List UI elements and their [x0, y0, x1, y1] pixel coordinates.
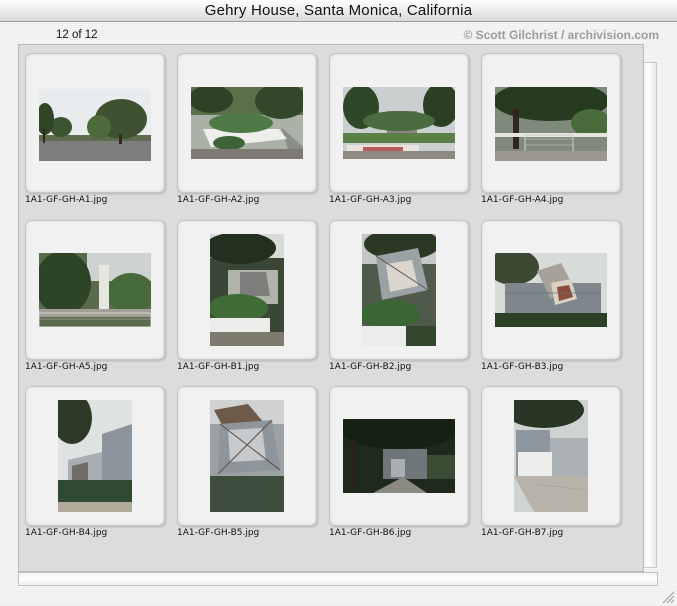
thumbnail-filename: 1A1-GF-GH-A5.jpg: [25, 362, 108, 372]
thumbnail-image[interactable]: [343, 419, 455, 493]
thumbnail-image[interactable]: [210, 400, 284, 512]
vertical-scrollbar[interactable]: [644, 62, 657, 568]
thumbnail-image[interactable]: [343, 87, 455, 159]
thumbnail-image[interactable]: [39, 89, 151, 161]
thumbnail-card[interactable]: [329, 386, 469, 526]
thumbnail-filename: 1A1-GF-GH-A3.jpg: [329, 195, 412, 205]
thumbnail-filename: 1A1-GF-GH-A2.jpg: [177, 195, 260, 205]
resize-grip-icon[interactable]: [661, 590, 675, 604]
horizontal-scrollbar[interactable]: [18, 572, 658, 586]
thumbnail-filename: 1A1-GF-GH-B3.jpg: [481, 362, 564, 372]
thumbnail-image[interactable]: [495, 253, 607, 327]
thumbnail-card[interactable]: [329, 53, 469, 193]
copyright-credit: © Scott Gilchrist / archivision.com: [463, 28, 659, 42]
window-title: Gehry House, Santa Monica, California: [204, 2, 473, 19]
thumbnail-filename: 1A1-GF-GH-B5.jpg: [177, 528, 260, 538]
thumbnail-filename: 1A1-GF-GH-B7.jpg: [481, 528, 564, 538]
thumbnail-card[interactable]: [481, 53, 621, 193]
thumbnail-filename: 1A1-GF-GH-B6.jpg: [329, 528, 412, 538]
thumbnail-image[interactable]: [514, 400, 588, 512]
thumbnail-card[interactable]: [481, 220, 621, 360]
thumbnail-image[interactable]: [191, 87, 303, 159]
thumbnail-filename: 1A1-GF-GH-A4.jpg: [481, 195, 564, 205]
image-counter: 12 of 12: [56, 29, 98, 41]
thumbnail-card[interactable]: [177, 220, 317, 360]
thumbnail-card[interactable]: [25, 53, 165, 193]
thumbnail-filename: 1A1-GF-GH-A1.jpg: [25, 195, 108, 205]
thumbnail-filename: 1A1-GF-GH-B1.jpg: [177, 362, 260, 372]
thumbnail-image[interactable]: [210, 234, 284, 346]
thumbnail-filename: 1A1-GF-GH-B4.jpg: [25, 528, 108, 538]
thumbnail-card[interactable]: [177, 386, 317, 526]
thumbnail-card[interactable]: [481, 386, 621, 526]
thumbnail-filename: 1A1-GF-GH-B2.jpg: [329, 362, 412, 372]
thumbnail-image[interactable]: [495, 87, 607, 161]
thumbnail-image[interactable]: [362, 234, 436, 346]
thumbnail-card[interactable]: [25, 220, 165, 360]
thumbnail-image[interactable]: [58, 400, 132, 512]
thumbnail-image[interactable]: [39, 253, 151, 327]
thumbnail-card[interactable]: [329, 220, 469, 360]
thumbnail-card[interactable]: [25, 386, 165, 526]
thumbnail-card[interactable]: [177, 53, 317, 193]
window-title-bar[interactable]: Gehry House, Santa Monica, California: [0, 0, 677, 22]
